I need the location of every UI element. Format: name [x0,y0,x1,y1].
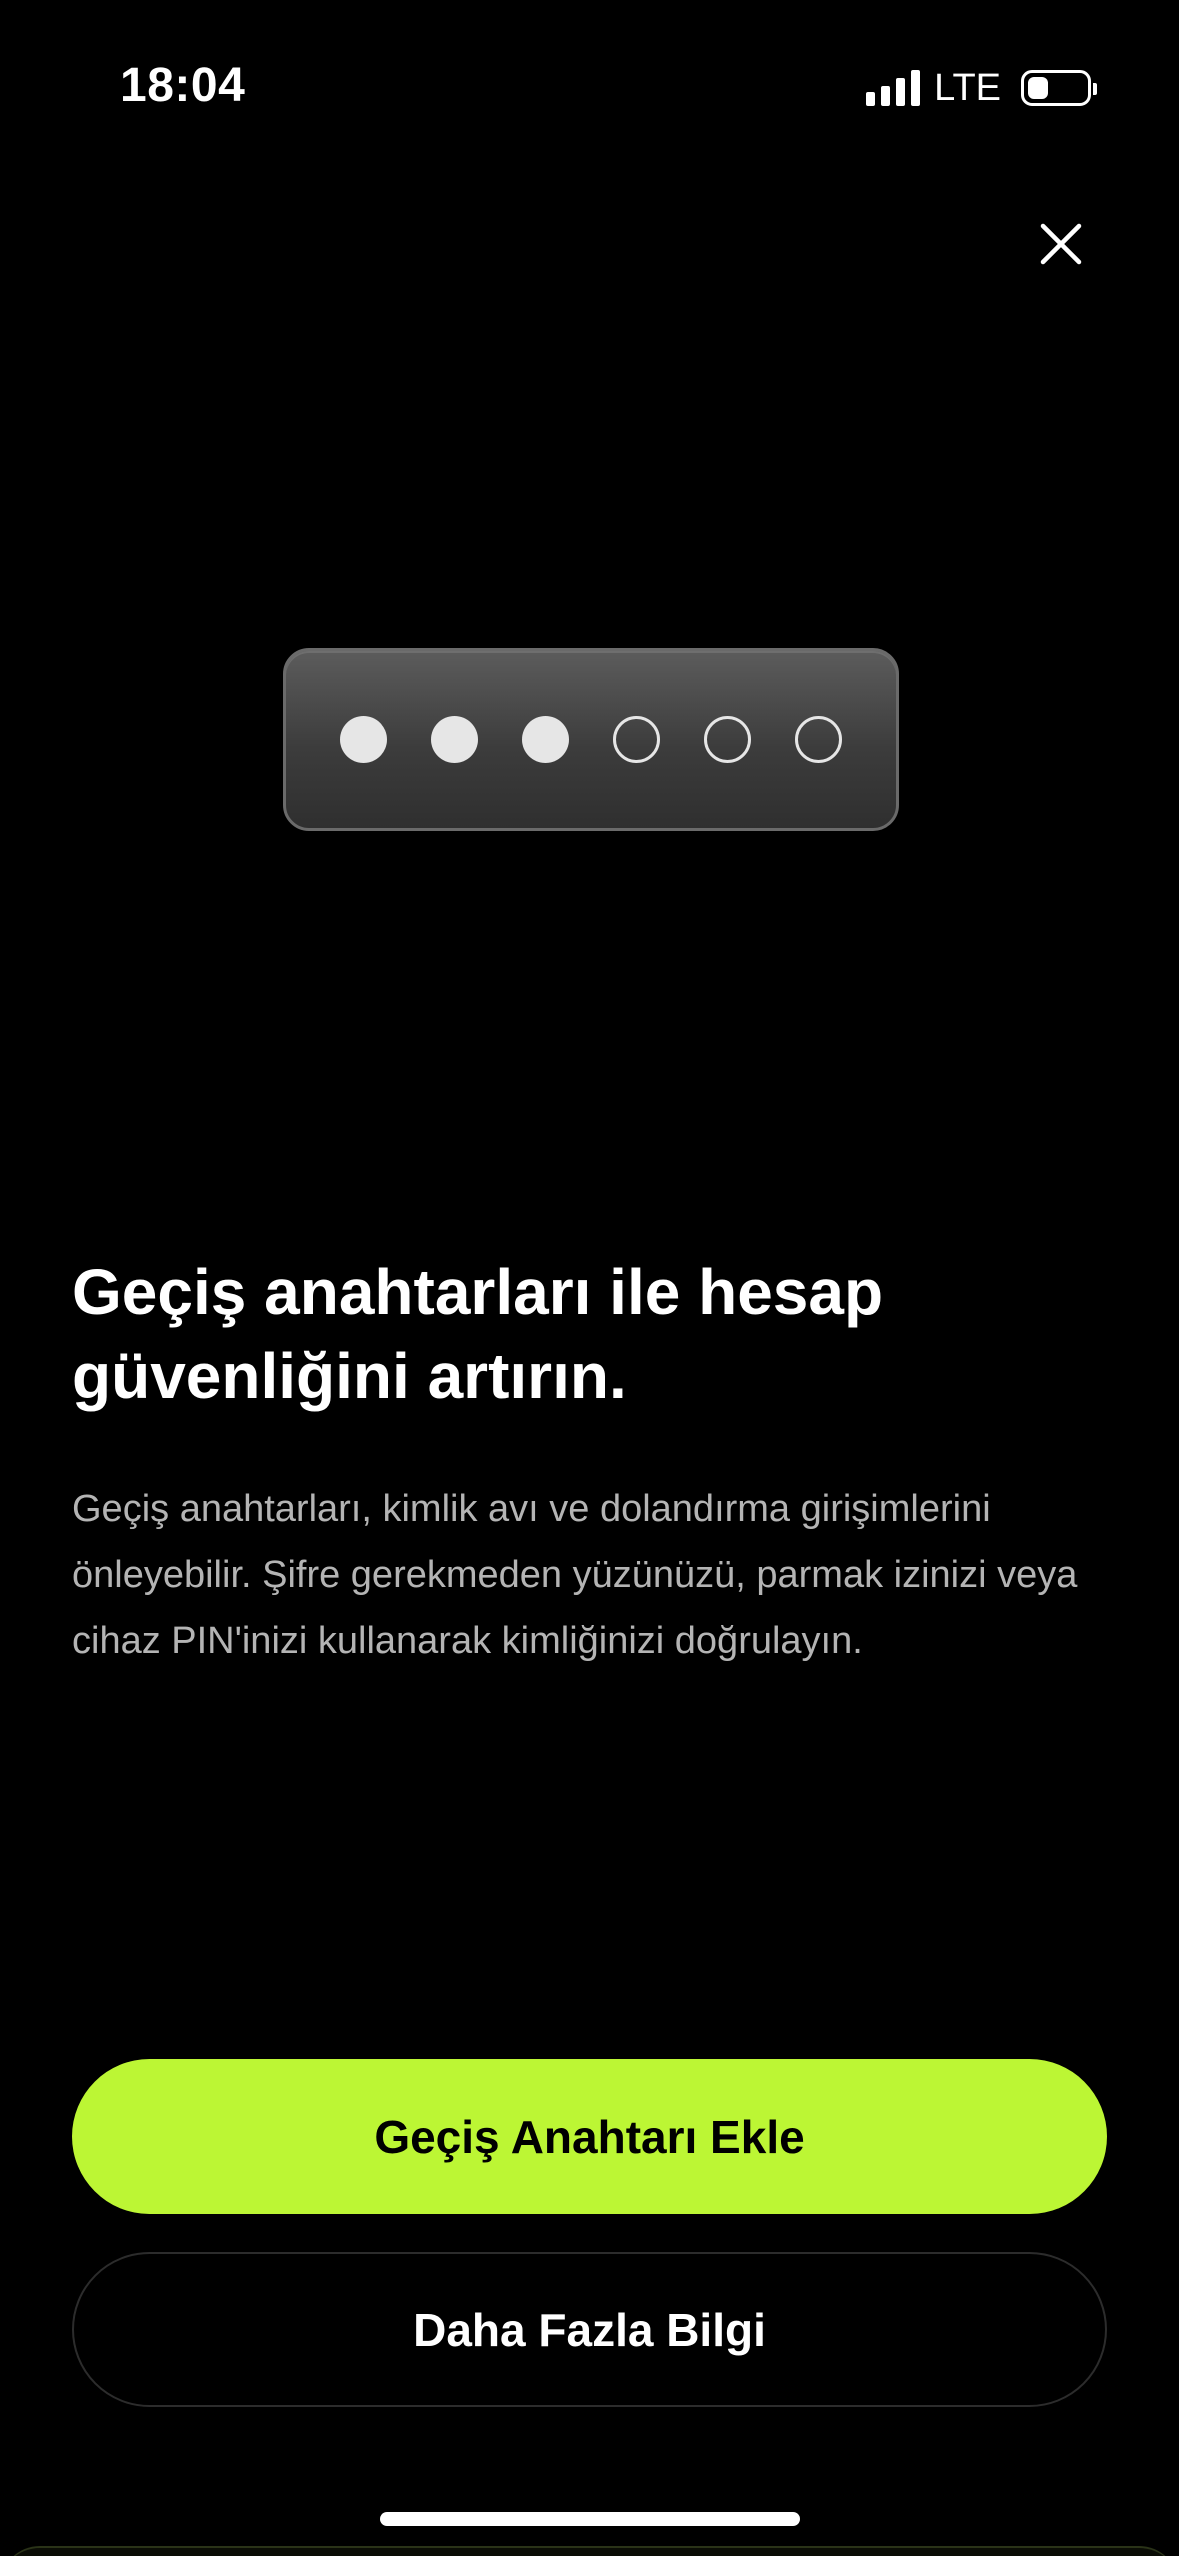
network-type: LTE [934,66,1001,109]
status-indicators: LTE [866,66,1097,110]
pin-dot-filled [340,716,387,763]
learn-more-button[interactable]: Daha Fazla Bilgi [72,2252,1107,2407]
learn-more-button-label: Daha Fazla Bilgi [413,2303,766,2356]
pin-dot-empty [795,716,842,763]
pin-dot-empty [613,716,660,763]
cellular-signal-icon [866,70,921,106]
home-indicator[interactable] [380,2512,800,2526]
page-description: Geçiş anahtarları, kimlik avı ve dolandı… [72,1488,1078,1662]
bottom-sheet-edge [0,2546,1179,2556]
add-passkey-button[interactable]: Geçiş Anahtarı Ekle [72,2059,1107,2214]
page-title: Geçiş anahtarları ile hesap güvenliğini … [72,1256,884,1412]
battery-icon [1021,70,1097,106]
close-button[interactable] [1025,208,1097,280]
close-icon [1040,223,1082,265]
add-passkey-button-label: Geçiş Anahtarı Ekle [374,2110,805,2163]
status-time: 18:04 [120,59,246,112]
pin-dot-empty [704,716,751,763]
pin-illustration [283,648,899,831]
pin-dot-filled [431,716,478,763]
pin-dot-filled [522,716,569,763]
passkey-intro-screen: 18:04 LTE Geçiş anahtarları ile hesap gü… [0,0,1179,2556]
